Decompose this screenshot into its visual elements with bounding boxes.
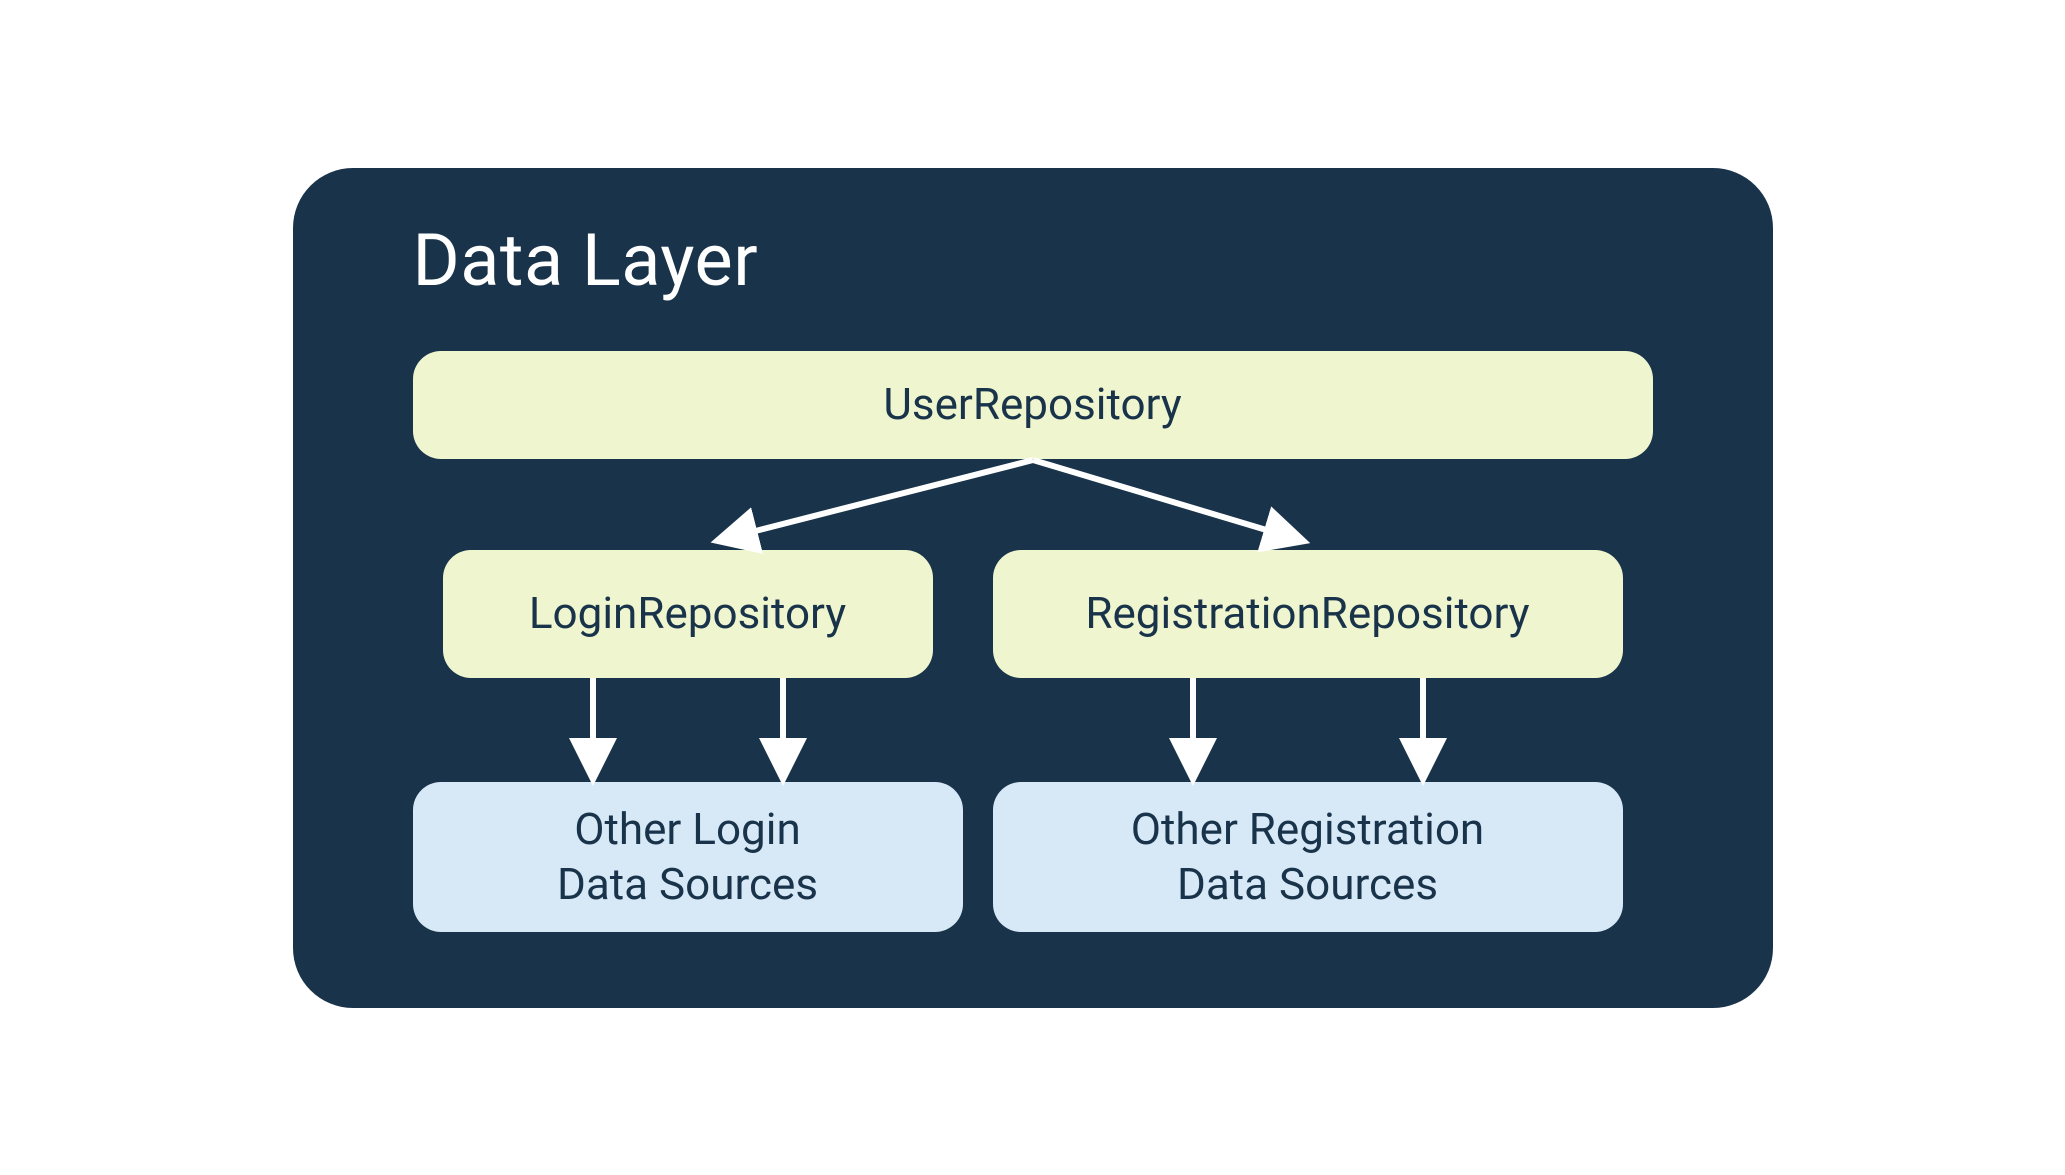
panel-title: Data Layer [413,218,759,303]
node-login-repository: LoginRepository [443,550,933,678]
node-label: Other Login Data Sources [557,802,818,912]
node-label: UserRepository [883,377,1181,432]
node-label: RegistrationRepository [1085,586,1529,641]
data-layer-panel: Data Layer UserRepository LoginRepositor… [293,168,1773,1008]
arrow-icon [1033,460,1293,538]
node-label: Other Registration Data Sources [1131,802,1484,912]
node-user-repository: UserRepository [413,351,1653,459]
node-login-data-sources: Other Login Data Sources [413,782,963,932]
arrow-icon [728,460,1033,538]
node-registration-data-sources: Other Registration Data Sources [993,782,1623,932]
node-registration-repository: RegistrationRepository [993,550,1623,678]
node-label: LoginRepository [529,586,846,641]
